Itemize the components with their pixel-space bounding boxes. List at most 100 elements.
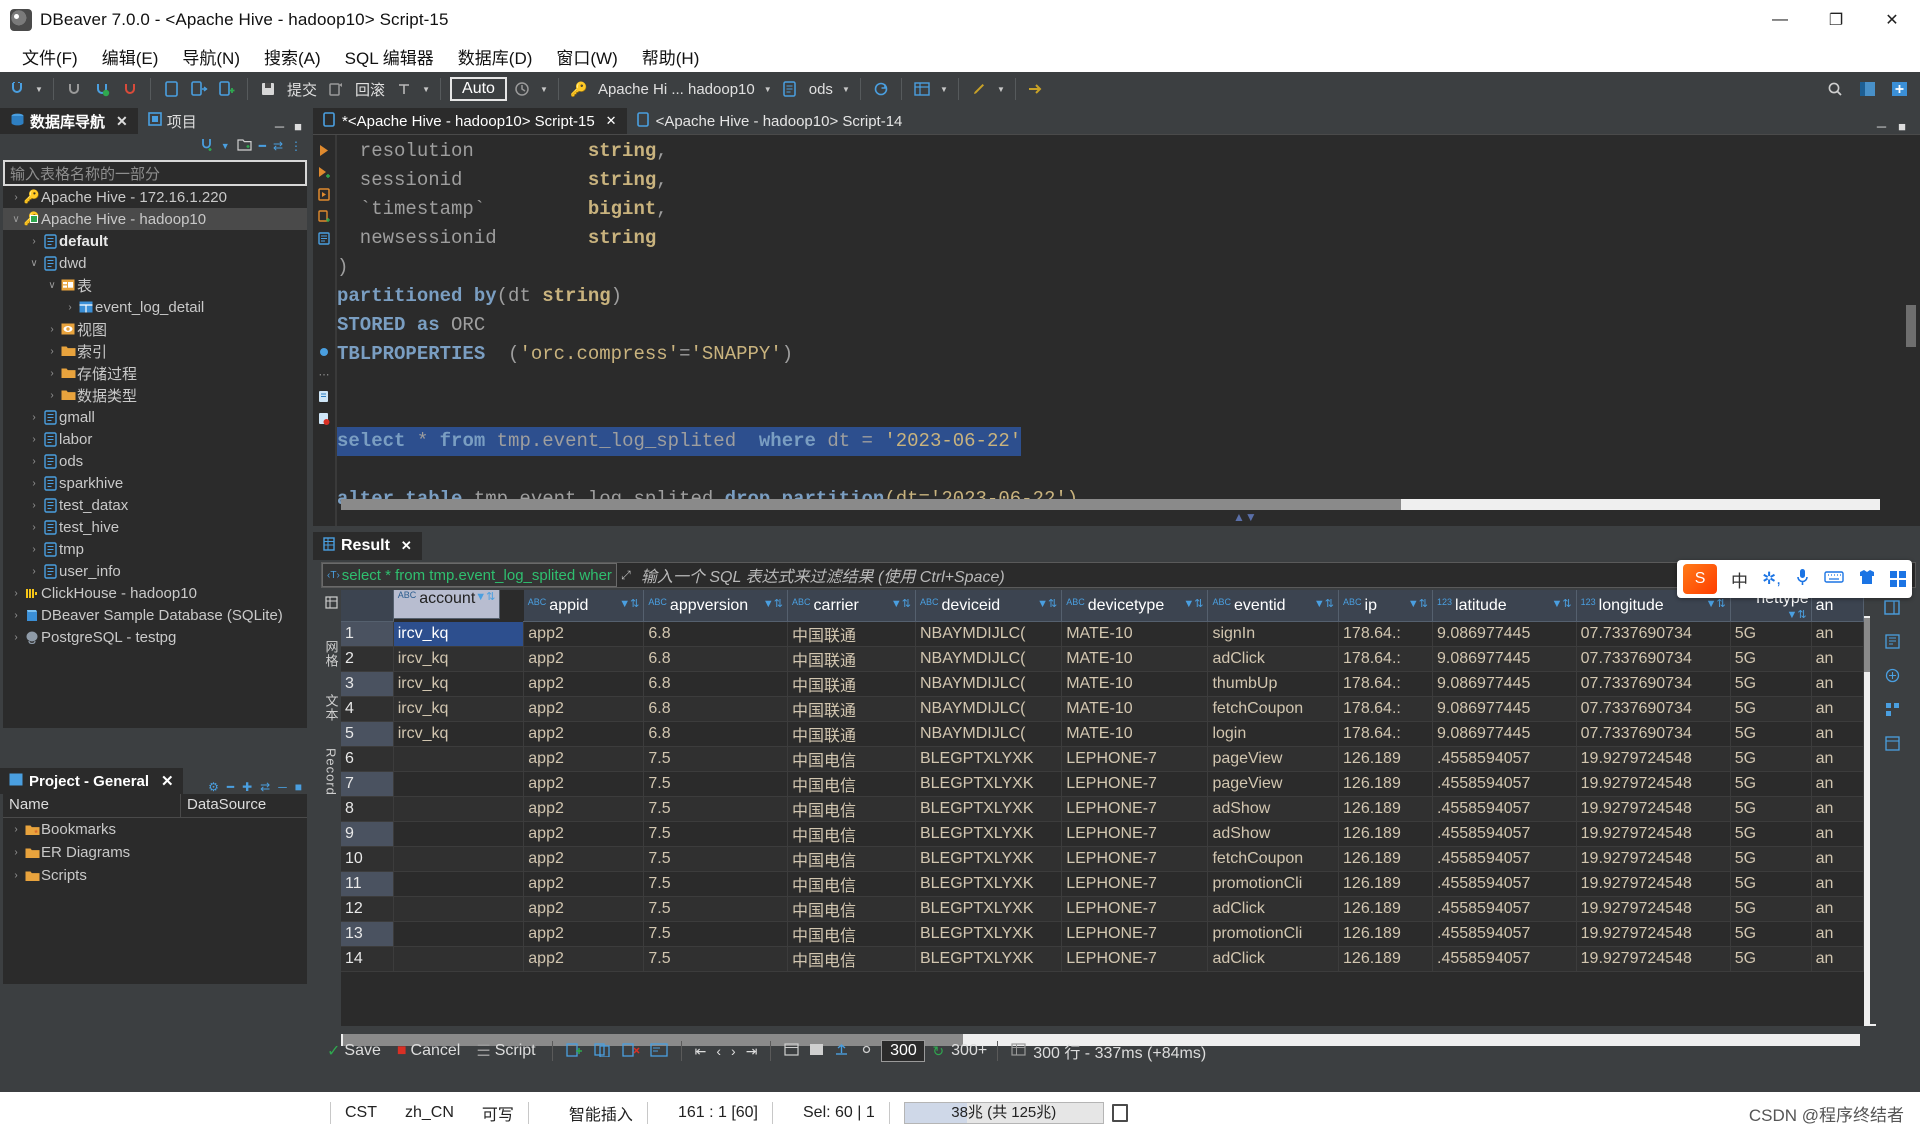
cell-carrier[interactable]: 中国联通 — [787, 721, 916, 747]
cell-latitude[interactable]: .4558594057 — [1432, 946, 1577, 972]
cell-deviceid[interactable]: NBAYMDIJLC( — [915, 696, 1063, 722]
project-tree[interactable]: Name DataSource › Bookmarks › ER Diagrams › S… — [3, 794, 307, 984]
cell-devicetype[interactable]: LEPHONE-7 — [1061, 921, 1209, 947]
cell-ip[interactable]: 126.189 — [1338, 846, 1434, 872]
cell-longitude[interactable]: 07.7337690734 — [1576, 696, 1731, 722]
new-connection-dropdown-icon[interactable]: ▼ — [32, 85, 46, 94]
sort-filter-icon[interactable]: ▼⇅ — [1037, 597, 1057, 610]
grid-presentation-icon[interactable] — [324, 596, 338, 614]
cell-devicetype[interactable]: LEPHONE-7 — [1061, 946, 1209, 972]
chevron-right-icon[interactable]: › — [27, 500, 41, 511]
cell-account[interactable]: ircv_kq — [393, 696, 525, 722]
history-icon[interactable] — [509, 76, 535, 102]
cell-eventid[interactable]: adClick — [1207, 946, 1340, 972]
cell-an[interactable]: an — [1811, 646, 1864, 672]
cell-eventid[interactable]: thumbUp — [1207, 671, 1340, 697]
cell-longitude[interactable]: 19.9279724548 — [1576, 896, 1731, 922]
chevron-right-icon[interactable]: › — [45, 346, 59, 357]
column-header-devicetype[interactable]: ABC devicetype ▼⇅ — [1061, 590, 1209, 622]
chevron-right-icon[interactable]: › — [45, 390, 59, 401]
sort-filter-icon[interactable]: ▼⇅ — [619, 597, 639, 610]
cell-latitude[interactable]: 9.086977445 — [1432, 671, 1577, 697]
column-header-datasource[interactable]: DataSource — [181, 794, 272, 817]
selected-sql-statement[interactable]: select * from tmp.event_log_splited wher… — [337, 427, 1920, 456]
table-row[interactable]: 8 app2 7.5 中国电信 BLEGPTXLYXK LEPHONE-7 adShow 12… — [341, 796, 1864, 822]
tree-item-ods[interactable]: › ods — [3, 450, 307, 472]
table-row[interactable]: 3 ircv_kq app2 6.8 中国联通 NBAYMDIJLC(MATE-10 thu… — [341, 671, 1864, 697]
tree-item-default[interactable]: › default — [3, 230, 307, 252]
cell-longitude[interactable]: 19.9279724548 — [1576, 821, 1731, 847]
active-query-chip[interactable]: ‹T› select * from tmp.event_log_splited … — [322, 563, 617, 587]
chevron-right-icon[interactable]: › — [45, 368, 59, 379]
cell-account[interactable]: ircv_kq — [393, 646, 525, 672]
row-number-cell[interactable]: 14 — [341, 946, 394, 972]
cell-devicetype[interactable]: LEPHONE-7 — [1061, 746, 1209, 772]
cell-appversion[interactable]: 7.5 — [643, 746, 789, 772]
cell-nettype[interactable]: 5G — [1730, 746, 1812, 772]
chevron-right-icon[interactable]: › — [9, 824, 23, 835]
cell-latitude[interactable]: 9.086977445 — [1432, 646, 1577, 672]
cell-account[interactable] — [393, 896, 525, 922]
cell-deviceid[interactable]: BLEGPTXLYXK — [915, 821, 1063, 847]
calc-icon[interactable] — [1884, 634, 1900, 652]
script-marker-icon[interactable] — [313, 385, 335, 407]
cell-longitude[interactable]: 19.9279724548 — [1576, 796, 1731, 822]
cell-carrier[interactable]: 中国联通 — [787, 696, 916, 722]
cell-carrier[interactable]: 中国电信 — [787, 871, 916, 897]
cell-appid[interactable]: app2 — [523, 771, 645, 797]
cell-appversion[interactable]: 7.5 — [643, 796, 789, 822]
chevron-down-icon[interactable]: ∨ — [45, 280, 59, 291]
cell-latitude[interactable]: .4558594057 — [1432, 846, 1577, 872]
rollback-button[interactable]: 回滚 — [351, 79, 389, 100]
row-number-cell[interactable]: 9 — [341, 821, 394, 847]
menu-search[interactable]: 搜索(A) — [252, 42, 333, 71]
menu-window[interactable]: 窗口(W) — [544, 42, 629, 71]
cell-latitude[interactable]: .4558594057 — [1432, 871, 1577, 897]
cell-an[interactable]: an — [1811, 846, 1864, 872]
save-button[interactable]: ✓ Save — [321, 1041, 387, 1061]
editor-resize-handle[interactable]: ▲▼ — [1233, 510, 1257, 524]
sogou-ime-logo-icon[interactable]: S — [1683, 564, 1718, 594]
cell-account[interactable] — [393, 821, 525, 847]
tree-item-gmall[interactable]: › gmall — [3, 406, 307, 428]
sort-filter-icon[interactable]: ▼⇅ — [891, 597, 911, 610]
tab-result[interactable]: Result ✕ — [313, 532, 422, 560]
filter-placeholder[interactable]: 输入一个 SQL 表达式来过滤结果 (使用 Ctrl+Space) — [635, 563, 1005, 587]
sql-script-icon[interactable] — [186, 76, 212, 102]
editor-gutter[interactable]: ⋯ — [313, 135, 335, 526]
execute-script-icon[interactable] — [313, 183, 335, 205]
row-number-cell[interactable]: 11 — [341, 871, 394, 897]
tree-item-tmp[interactable]: › tmp — [3, 538, 307, 560]
cell-deviceid[interactable]: NBAYMDIJLC( — [915, 671, 1063, 697]
active-connection-selector[interactable]: Apache Hi ... hadoop10 — [594, 81, 759, 98]
tree-item-test-datax[interactable]: › test_datax — [3, 494, 307, 516]
ime-voice-icon[interactable] — [1795, 568, 1810, 591]
cell-longitude[interactable]: 19.9279724548 — [1576, 946, 1731, 972]
cell-ip[interactable]: 126.189 — [1338, 921, 1434, 947]
chevron-right-icon[interactable]: › — [9, 588, 23, 599]
cell-eventid[interactable]: adClick — [1207, 896, 1340, 922]
cell-appid[interactable]: app2 — [523, 921, 645, 947]
table-row[interactable]: 13 app2 7.5 中国电信 BLEGPTXLYXK LEPHONE-7 promoti… — [341, 921, 1864, 947]
cell-deviceid[interactable]: NBAYMDIJLC( — [915, 621, 1063, 647]
cell-devicetype[interactable]: MATE-10 — [1061, 646, 1209, 672]
cell-ip[interactable]: 178.64.: — [1338, 671, 1434, 697]
cell-appversion[interactable]: 6.8 — [643, 696, 789, 722]
cell-nettype[interactable]: 5G — [1730, 796, 1812, 822]
tree-item-[interactable]: › 视图 — [3, 318, 307, 340]
cell-nettype[interactable]: 5G — [1730, 771, 1812, 797]
cell-longitude[interactable]: 19.9279724548 — [1576, 771, 1731, 797]
cell-account[interactable] — [393, 846, 525, 872]
cell-ip[interactable]: 178.64.: — [1338, 721, 1434, 747]
sql-code-area[interactable]: resolution string, sessionid string, `ti… — [337, 135, 1920, 526]
cell-appid[interactable]: app2 — [523, 746, 645, 772]
error-marker-icon[interactable] — [313, 407, 335, 429]
cell-longitude[interactable]: 19.9279724548 — [1576, 846, 1731, 872]
cell-eventid[interactable]: fetchCoupon — [1207, 696, 1340, 722]
transaction-mode-icon[interactable] — [391, 76, 417, 102]
commit-button[interactable]: 提交 — [283, 79, 321, 100]
fetch-size-input[interactable]: 300 — [881, 1040, 926, 1062]
duplicate-row-icon[interactable] — [591, 1042, 615, 1060]
maximize-panel-icon[interactable]: ■ — [294, 119, 302, 134]
cell-nettype[interactable]: 5G — [1730, 721, 1812, 747]
